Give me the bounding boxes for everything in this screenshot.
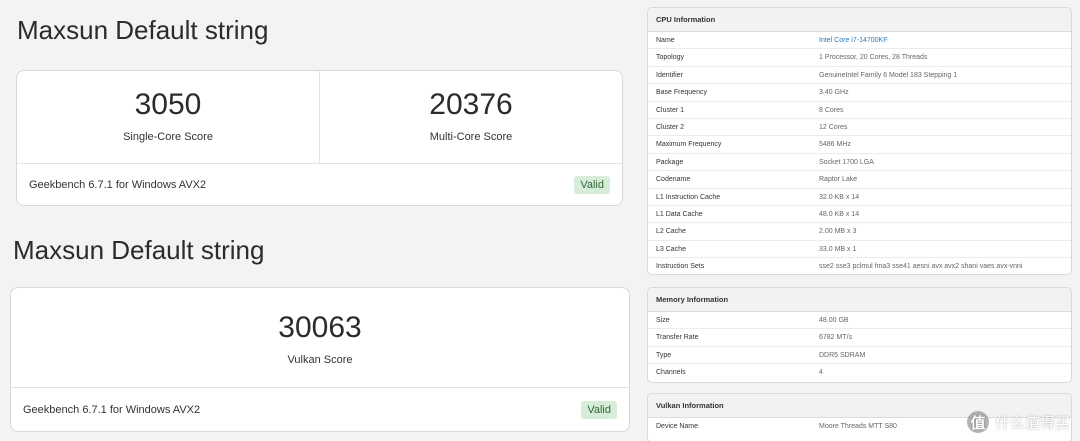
multi-core-score: 20376 Multi-Core Score (319, 71, 622, 163)
table-row: Codename Raptor Lake (648, 171, 1071, 189)
row-key: Topology (656, 54, 685, 62)
row-key: Cluster 1 (656, 106, 685, 114)
table-row: Transfer Rate 6782 MT/s (648, 329, 1071, 347)
table-row: Instruction Sets sse2 sse3 pclmul fma3 ss… (648, 258, 1071, 274)
benchmark-version: Geekbench 6.7.1 for Windows AVX2 (23, 404, 201, 416)
table-row: Name Intel Core i7-14700KF (648, 32, 1071, 50)
cpu-information-header: CPU Information (648, 8, 1071, 32)
table-row: Size 48.00 GB (648, 312, 1071, 330)
watermark-logo-icon: 值 (966, 411, 989, 433)
single-core-score-label: Single-Core Score (123, 131, 213, 143)
row-value: 2.00 MB x 3 (819, 228, 857, 236)
row-key: L1 Instruction Cache (656, 193, 721, 201)
single-core-score: 3050 Single-Core Score (17, 71, 319, 163)
cpu-information-table: Name Intel Core i7-14700KF Topology 1 Proc… (648, 32, 1071, 274)
row-key: Transfer Rate (656, 334, 699, 342)
row-key: Type (656, 351, 672, 359)
watermark-text: 什么值得买 (994, 414, 1070, 432)
watermark: 值 什么值得买 (966, 411, 1070, 433)
table-row: L1 Instruction Cache 32.0 KB x 14 (648, 189, 1071, 206)
row-value: 4 (819, 369, 823, 377)
table-row: Maximum Frequency 5486 MHz (648, 136, 1071, 154)
table-row: Base Frequency 3.40 GHz (648, 84, 1071, 102)
row-value: 48.0 KB x 14 (819, 210, 860, 218)
row-value: 8 Cores (819, 106, 844, 114)
table-row: Type DDR5 SDRAM (648, 347, 1071, 365)
row-key: Instruction Sets (656, 263, 705, 271)
vulkan-score-card: 30063 Vulkan Score Geekbench 6.7.1 for W… (10, 287, 630, 432)
row-value: Raptor Lake (819, 176, 858, 184)
multi-core-score-label: Multi-Core Score (429, 131, 513, 143)
table-row: Channels 4 (648, 364, 1071, 381)
table-row: L2 Cache 2.00 MB x 3 (648, 223, 1071, 241)
table-row: L3 Cache 33.0 MB x 1 (648, 241, 1071, 259)
valid-badge: Valid (574, 176, 610, 194)
vulkan-score-label: Vulkan Score (287, 354, 353, 366)
benchmark-version: Geekbench 6.7.1 for Windows AVX2 (29, 179, 207, 191)
row-key: Cluster 2 (656, 123, 685, 131)
row-key: Identifier (656, 71, 683, 79)
row-key: L2 Cache (656, 228, 686, 236)
vulkan-score: 30063 Vulkan Score (11, 288, 629, 387)
row-key: Base Frequency (656, 89, 707, 97)
row-value: 3.40 GHz (819, 89, 849, 97)
table-row: Topology 1 Processor, 20 Cores, 28 Thread… (648, 49, 1071, 67)
device-title: Maxsun Default string (13, 235, 265, 265)
row-key: L3 Cache (656, 245, 686, 253)
memory-information-table: Size 48.00 GB Transfer Rate 6782 MT/s Type… (648, 312, 1071, 382)
cpu-score-card: 3050 Single-Core Score 20376 Multi-Core … (16, 70, 623, 206)
cpu-name-link[interactable]: Intel Core i7-14700KF (819, 32, 1071, 48)
row-value: 6782 MT/s (819, 334, 853, 342)
row-value: DDR5 SDRAM (819, 351, 866, 359)
memory-information-header: Memory Information (648, 288, 1071, 312)
row-value: sse2 sse3 pclmul fma3 sse41 aesni avx av… (819, 263, 1023, 271)
row-value: 1 Processor, 20 Cores, 28 Threads (819, 54, 928, 62)
table-row: L1 Data Cache 48.0 KB x 14 (648, 206, 1071, 224)
row-value: 32.0 KB x 14 (819, 193, 860, 201)
valid-badge: Valid (581, 401, 617, 419)
row-value: GenuineIntel Family 6 Model 183 Stepping… (819, 71, 958, 79)
row-value: 33.0 MB x 1 (819, 245, 857, 253)
row-key: Channels (656, 369, 686, 377)
multi-core-score-value: 20376 (429, 88, 513, 121)
row-value: 48.00 GB (819, 317, 849, 324)
row-value: Socket 1700 LGA (819, 158, 874, 166)
cpu-information-panel: CPU Information Name Intel Core i7-14700K… (647, 7, 1072, 275)
row-key: Device Name (656, 423, 699, 430)
row-value: 5486 MHz (819, 141, 851, 149)
table-row: Cluster 1 8 Cores (648, 102, 1071, 119)
row-key: Package (656, 158, 684, 166)
row-key: L1 Data Cache (656, 210, 703, 218)
table-row: Package Socket 1700 LGA (648, 154, 1071, 172)
single-core-score-value: 3050 (134, 88, 202, 121)
row-key: Maximum Frequency (656, 141, 722, 149)
table-row: Identifier GenuineIntel Family 6 Model 18… (648, 67, 1071, 85)
memory-information-panel: Memory Information Size 48.00 GB Transfer… (647, 287, 1072, 383)
row-key: Name (656, 37, 675, 44)
row-key: Codename (656, 176, 691, 184)
vulkan-score-value: 30063 (278, 311, 362, 344)
row-key: Size (656, 317, 670, 324)
table-row: Cluster 2 12 Cores (648, 119, 1071, 137)
row-value: 12 Cores (819, 123, 848, 131)
device-title: Maxsun Default string (17, 15, 269, 45)
